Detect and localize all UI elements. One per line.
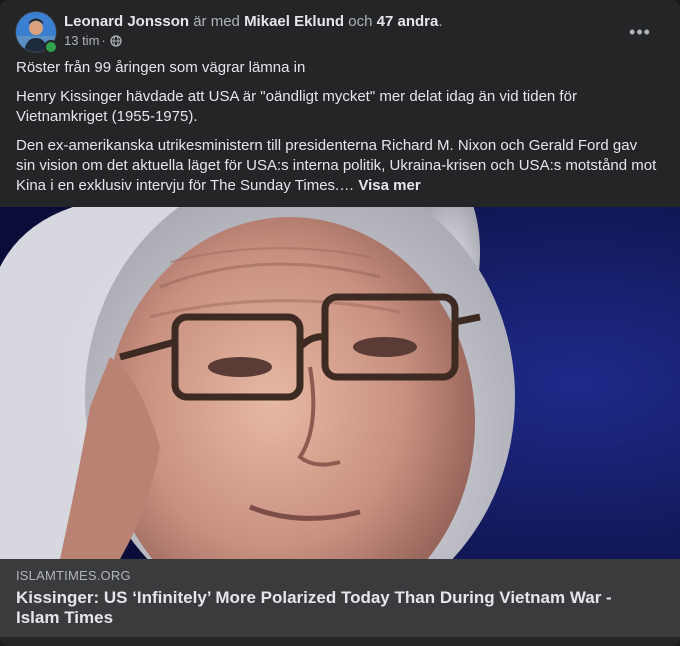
post-meta: 13 tim · xyxy=(64,33,122,49)
link-preview[interactable]: ISLAMTIMES.ORG Kissinger: US ‘Infinitely… xyxy=(0,559,680,637)
and-text: och xyxy=(348,13,373,30)
tagged-person-link[interactable]: Mikael Eklund xyxy=(244,13,344,30)
with-text: är med xyxy=(193,13,240,30)
meta-separator: · xyxy=(101,33,106,48)
globe-icon[interactable] xyxy=(110,35,122,47)
see-more-link[interactable]: Visa mer xyxy=(358,177,420,194)
post-header: Leonard Jonsson är med Mikael Eklund och… xyxy=(16,12,664,54)
author-name-link[interactable]: Leonard Jonsson xyxy=(64,13,189,30)
link-domain: ISLAMTIMES.ORG xyxy=(16,568,131,583)
post-text-line-2: Henry Kissinger hävdade att USA är "oänd… xyxy=(16,88,577,125)
post-attribution: Leonard Jonsson är med Mikael Eklund och… xyxy=(64,12,443,31)
post-text-line-3: Den ex-amerikanska utrikesministern till… xyxy=(16,136,660,196)
link-title[interactable]: Kissinger: US ‘Infinitely’ More Polarize… xyxy=(16,588,656,628)
others-link[interactable]: 47 andra xyxy=(377,13,439,30)
post-card: Leonard Jonsson är med Mikael Eklund och… xyxy=(0,0,680,646)
post-text-line-1: Röster från 99 åringen som vägrar lämna … xyxy=(16,59,306,76)
more-options-button[interactable]: ••• xyxy=(624,16,656,48)
more-horizontal-icon: ••• xyxy=(629,21,651,42)
online-status-dot xyxy=(44,40,58,54)
attribution-period: . xyxy=(438,13,443,30)
post-timestamp[interactable]: 13 tim xyxy=(64,33,99,49)
link-preview-image[interactable] xyxy=(0,207,680,559)
portrait-photo xyxy=(0,207,680,559)
post-text-line-3-content: Den ex-amerikanska utrikesministern till… xyxy=(16,137,657,194)
post-text: Röster från 99 åringen som vägrar lämna … xyxy=(16,58,660,205)
